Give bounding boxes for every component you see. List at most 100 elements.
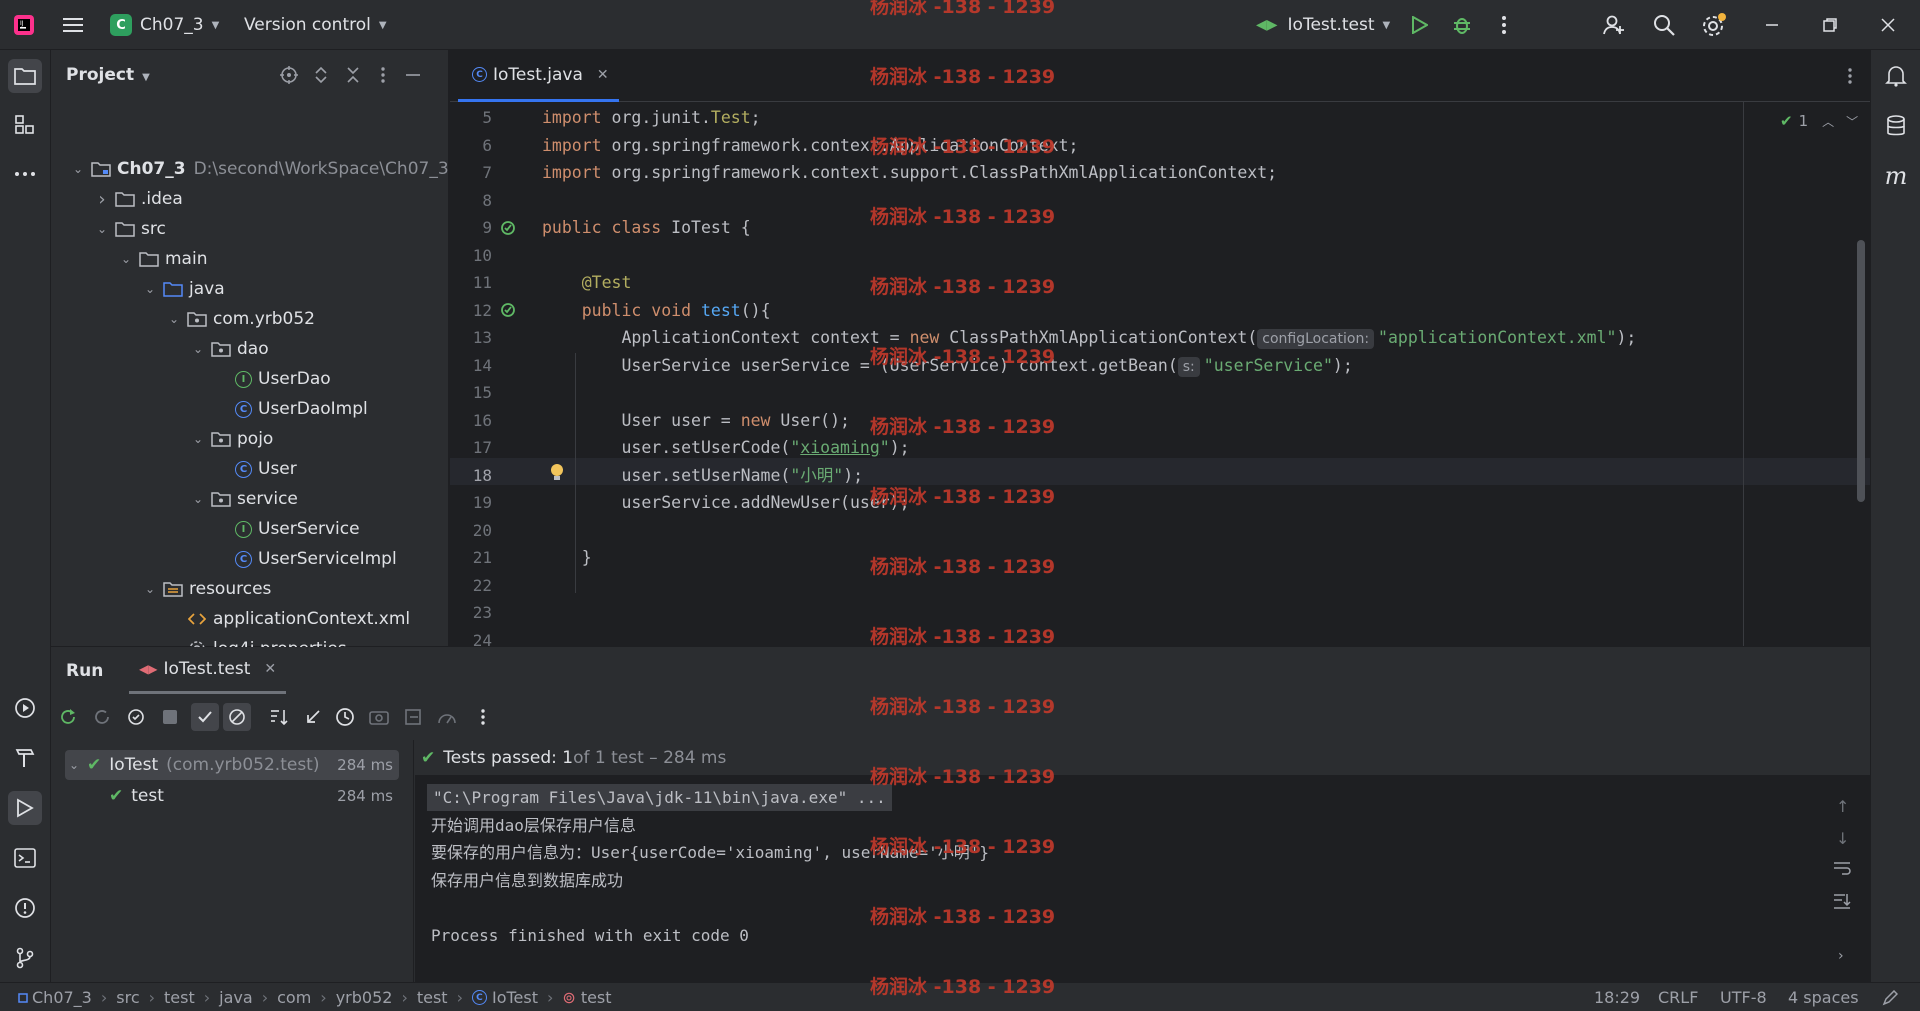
- minimize-icon[interactable]: [1760, 13, 1784, 37]
- tab-iotest-java[interactable]: C IoTest.java ✕: [458, 50, 619, 102]
- code-line[interactable]: ApplicationContext context = new ClassPa…: [542, 324, 1636, 351]
- import-tests-icon[interactable]: [301, 705, 325, 729]
- sort-icon[interactable]: [267, 705, 291, 729]
- hide-panel-icon[interactable]: [401, 63, 425, 87]
- editor-options-icon[interactable]: [1838, 64, 1862, 88]
- console-output[interactable]: ✔ Tests passed: 1 of 1 test – 284 ms "C:…: [415, 740, 1870, 982]
- breadcrumb-item[interactable]: test: [417, 988, 448, 1007]
- collapse-all-icon[interactable]: [341, 63, 365, 87]
- line-separator[interactable]: CRLF: [1658, 988, 1698, 1007]
- code-line[interactable]: public void test(){: [542, 297, 771, 324]
- code-line[interactable]: }: [542, 544, 592, 571]
- code-line[interactable]: import org.junit.Test;: [542, 104, 761, 131]
- breadcrumb-item[interactable]: IoTest: [492, 988, 538, 1007]
- more-tools-icon[interactable]: [8, 157, 42, 191]
- close-window-icon[interactable]: [1876, 13, 1900, 37]
- editor-scrollbar[interactable]: [1857, 240, 1865, 502]
- run-tab-iotest[interactable]: ◀▶ IoTest.test ✕: [129, 647, 287, 694]
- chevron-right-icon[interactable]: ›: [93, 189, 111, 210]
- notifications-icon[interactable]: [1879, 59, 1913, 93]
- intention-bulb-icon[interactable]: [550, 463, 564, 481]
- tree-item[interactable]: I UserService: [213, 514, 360, 544]
- vcs-widget[interactable]: Version control ▼: [244, 0, 387, 50]
- more-options-icon[interactable]: [471, 705, 495, 729]
- show-passed-icon[interactable]: [191, 703, 219, 731]
- tree-item[interactable]: C UserDaoImpl: [213, 394, 368, 424]
- code-line[interactable]: User user = new User();: [542, 407, 850, 434]
- breadcrumb-item[interactable]: yrb052: [336, 988, 393, 1007]
- terminal-icon[interactable]: [8, 841, 42, 875]
- tree-item[interactable]: › .idea: [93, 184, 182, 214]
- run-tool-icon[interactable]: [8, 791, 42, 825]
- scroll-up-icon[interactable]: ↑: [1836, 797, 1849, 816]
- chevron-down-icon[interactable]: ⌄: [69, 162, 87, 176]
- inspection-widget[interactable]: ✔ 1 ︿ ﹀: [1780, 112, 1858, 130]
- chevron-down-icon[interactable]: ⌄: [93, 222, 111, 236]
- run-panel-title[interactable]: Run: [66, 661, 103, 681]
- debug-icon[interactable]: [1450, 13, 1474, 37]
- code-line[interactable]: @Test: [542, 269, 632, 296]
- run-test-gutter-icon[interactable]: [500, 220, 516, 236]
- chevron-down-icon[interactable]: ⌄: [165, 312, 183, 326]
- export-icon[interactable]: [401, 705, 425, 729]
- project-panel-title[interactable]: Project ▼: [66, 65, 150, 85]
- git-icon[interactable]: [8, 941, 42, 975]
- breadcrumb-item[interactable]: java: [219, 988, 253, 1007]
- intellij-logo-icon[interactable]: IJ: [12, 13, 36, 37]
- services-icon[interactable]: [8, 691, 42, 725]
- database-icon[interactable]: [1879, 109, 1913, 143]
- chevron-down-icon[interactable]: ⌄: [189, 492, 207, 506]
- show-ignored-icon[interactable]: [223, 703, 251, 731]
- tree-item[interactable]: ⌄ Ch07_3 D:\second\WorkSpace\Ch07_3: [69, 154, 449, 184]
- breadcrumb-item[interactable]: test: [581, 988, 612, 1007]
- tree-item[interactable]: ⌄ src: [93, 214, 166, 244]
- file-encoding[interactable]: UTF-8: [1720, 988, 1767, 1007]
- rerun-failed-icon[interactable]: [90, 705, 114, 729]
- editor-gutter[interactable]: 5 6 7 8 9 10 11 12 13 14 15 16 17 18 19 20 21 22 23 24: [450, 102, 540, 650]
- breadcrumb-item[interactable]: src: [116, 988, 139, 1007]
- edit-lock-icon[interactable]: [1882, 990, 1898, 1006]
- breadcrumb-item[interactable]: test: [164, 988, 195, 1007]
- breadcrumb-item[interactable]: Ch07_3: [32, 988, 92, 1007]
- restore-icon[interactable]: [1818, 13, 1842, 37]
- test-tree-item[interactable]: ✔ test 284 ms: [65, 781, 399, 811]
- chevron-down-icon[interactable]: ⌄: [189, 432, 207, 446]
- chevron-down-icon[interactable]: ⌄: [141, 582, 159, 596]
- tree-item[interactable]: ⌄ com.yrb052: [165, 304, 315, 334]
- project-switcher[interactable]: C Ch07_3 ▼: [110, 0, 219, 50]
- tree-item[interactable]: ⌄ service: [189, 484, 298, 514]
- maven-icon[interactable]: m: [1879, 159, 1913, 193]
- rerun-icon[interactable]: [56, 705, 80, 729]
- options-icon[interactable]: [371, 63, 395, 87]
- tree-item[interactable]: C User: [213, 454, 297, 484]
- prev-highlight-icon[interactable]: ︿: [1822, 113, 1834, 130]
- expand-all-icon[interactable]: [309, 63, 333, 87]
- chevron-down-icon[interactable]: ⌄: [117, 252, 135, 266]
- code-with-me-icon[interactable]: [1602, 13, 1626, 37]
- soft-wrap-icon[interactable]: [1833, 861, 1851, 875]
- tree-item[interactable]: applicationContext.xml: [165, 604, 410, 634]
- tree-item[interactable]: ⌄ java: [141, 274, 225, 304]
- project-tool-icon[interactable]: [8, 59, 42, 93]
- tree-item[interactable]: ⌄ dao: [189, 334, 269, 364]
- run-test-gutter-icon[interactable]: [500, 302, 516, 318]
- locate-file-icon[interactable]: [277, 63, 301, 87]
- chevron-down-icon[interactable]: ⌄: [65, 758, 83, 772]
- toggle-auto-test-icon[interactable]: [124, 705, 148, 729]
- run-config-selector[interactable]: ◀▶ IoTest.test ▼: [1256, 0, 1390, 50]
- code-line[interactable]: public class IoTest {: [542, 214, 751, 241]
- code-line[interactable]: user.setUserCode("xioaming");: [542, 434, 909, 461]
- tree-item[interactable]: ⌄ resources: [141, 574, 271, 604]
- more-actions-icon[interactable]: [1492, 13, 1516, 37]
- tree-item[interactable]: ⌄ pojo: [189, 424, 273, 454]
- stop-icon[interactable]: [158, 705, 182, 729]
- problems-icon[interactable]: [8, 891, 42, 925]
- chevron-right-icon[interactable]: ›: [1838, 948, 1844, 964]
- build-icon[interactable]: [8, 741, 42, 775]
- run-icon[interactable]: [1408, 13, 1432, 37]
- chevron-down-icon[interactable]: ⌄: [189, 342, 207, 356]
- chevron-down-icon[interactable]: ⌄: [141, 282, 159, 296]
- breadcrumb-item[interactable]: com: [277, 988, 311, 1007]
- indent-setting[interactable]: 4 spaces: [1788, 988, 1859, 1007]
- code-line[interactable]: import org.springframework.context.suppo…: [542, 159, 1277, 186]
